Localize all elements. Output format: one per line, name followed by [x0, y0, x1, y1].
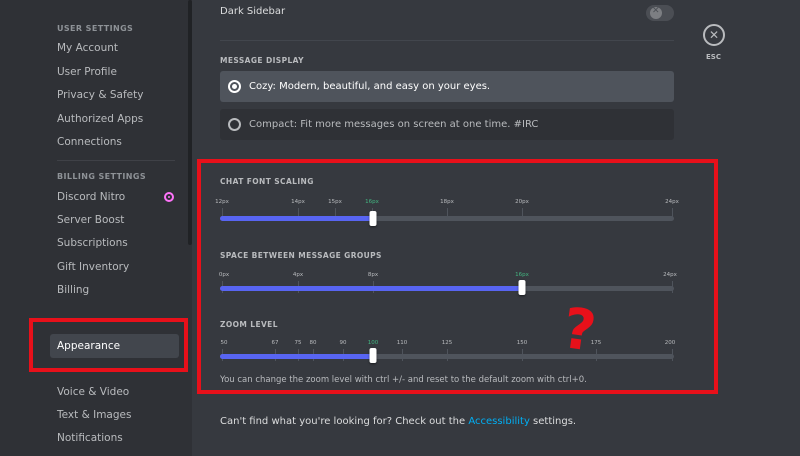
slider-tick-label: 20px — [515, 199, 529, 205]
slider-track — [220, 286, 674, 291]
slider-tick-label: 125 — [441, 340, 453, 346]
slider-grabber[interactable] — [369, 211, 377, 226]
dark-sidebar-toggle[interactable] — [646, 5, 674, 21]
group-spacing-header: SPACE BETWEEN MESSAGE GROUPS — [220, 251, 382, 260]
accessibility-link[interactable]: Accessibility — [468, 416, 530, 427]
nitro-icon — [164, 192, 174, 202]
slider-tick-label: 18px — [440, 199, 454, 205]
message-display-header: MESSAGE DISPLAY — [220, 56, 304, 65]
sidebar-item-user-profile[interactable]: User Profile — [57, 63, 117, 81]
slider-tick-label: 0px — [218, 272, 230, 278]
esc-label: ESC — [706, 53, 721, 61]
slider-tick-label: 90 — [339, 340, 347, 346]
slider-tick-label-active: 16px — [365, 199, 379, 205]
slider-track — [220, 354, 674, 359]
sidebar-item-server-boost[interactable]: Server Boost — [57, 211, 124, 229]
radio-cozy-label: Cozy: Modern, beautiful, and easy on you… — [249, 81, 491, 92]
slider-grabber[interactable] — [369, 348, 377, 363]
sidebar-item-connections[interactable]: Connections — [57, 133, 122, 151]
slider-tick-label: 150 — [516, 340, 528, 346]
slider-tick-label: 15px — [328, 199, 342, 205]
sidebar-item-discord-nitro[interactable]: Discord Nitro — [57, 188, 125, 206]
font-scaling-header: CHAT FONT SCALING — [220, 177, 314, 186]
sidebar-item-billing[interactable]: Billing — [57, 281, 89, 299]
radio-unchecked-icon — [228, 118, 241, 131]
user-settings-header: USER SETTINGS — [57, 24, 134, 33]
radio-cozy[interactable]: Cozy: Modern, beautiful, and easy on you… — [220, 71, 674, 102]
billing-settings-header: BILLING SETTINGS — [57, 172, 147, 181]
footer-text-end: settings. — [529, 416, 577, 427]
sidebar-item-notifications[interactable]: Notifications — [57, 429, 123, 447]
zoom-level-hint: You can change the zoom level with ctrl … — [220, 375, 587, 385]
dark-sidebar-label: Dark Sidebar — [220, 6, 286, 17]
toggle-off-icon — [650, 6, 662, 19]
zoom-level-header: ZOOM LEVEL — [220, 320, 278, 329]
sidebar-item-subscriptions[interactable]: Subscriptions — [57, 234, 128, 252]
slider-fill — [220, 216, 373, 221]
group-spacing-slider[interactable]: 0px 4px 8px 16px 24px — [218, 272, 677, 302]
radio-checked-icon — [228, 80, 241, 93]
section-divider — [220, 40, 674, 41]
sidebar-item-text-images[interactable]: Text & Images — [57, 406, 131, 424]
slider-tick-label: 110 — [396, 340, 408, 346]
sidebar-item-my-account[interactable]: My Account — [57, 39, 118, 57]
slider-grabber[interactable] — [518, 280, 526, 295]
slider-tick-label: 24px — [663, 272, 677, 278]
font-scaling-slider[interactable]: 12px 14px 15px 16px 18px 20px 24px — [215, 199, 679, 229]
sidebar-item-gift-inventory[interactable]: Gift Inventory — [57, 258, 129, 276]
slider-tick-label: 24px — [665, 199, 679, 205]
slider-track — [220, 216, 674, 221]
zoom-level-slider[interactable]: 50 67 75 80 90 100 110 125 150 175 200 — [220, 340, 676, 370]
slider-tick-label: 75 — [294, 340, 302, 346]
sidebar-item-voice-video[interactable]: Voice & Video — [57, 383, 129, 401]
slider-tick-label: 80 — [309, 340, 317, 346]
slider-tick-label: 50 — [220, 340, 228, 346]
close-control[interactable]: ✕ ESC — [703, 24, 733, 64]
sidebar-divider — [57, 160, 175, 161]
slider-fill — [220, 354, 373, 359]
slider-tick-label-active: 16px — [515, 272, 529, 278]
sidebar-item-privacy-safety[interactable]: Privacy & Safety — [57, 86, 143, 104]
sidebar-item-authorized-apps[interactable]: Authorized Apps — [57, 110, 143, 128]
slider-tick-label: 12px — [215, 199, 229, 205]
accessibility-footer: Can't find what you're looking for? Chec… — [220, 416, 576, 427]
slider-tick-label: 4px — [292, 272, 304, 278]
slider-tick-label-active: 100 — [367, 340, 379, 346]
slider-fill — [220, 286, 522, 291]
appearance-settings-panel: Dark Sidebar MESSAGE DISPLAY Cozy: Moder… — [192, 0, 800, 456]
radio-compact[interactable]: Compact: Fit more messages on screen at … — [220, 109, 674, 140]
settings-sidebar: USER SETTINGS My Account User Profile Pr… — [0, 0, 192, 456]
slider-tick-label: 200 — [664, 340, 676, 346]
close-icon[interactable]: ✕ — [703, 24, 725, 46]
slider-tick-label: 14px — [291, 199, 305, 205]
slider-tick-label: 8px — [367, 272, 379, 278]
slider-tick-label: 67 — [271, 340, 279, 346]
radio-compact-label: Compact: Fit more messages on screen at … — [249, 119, 539, 130]
footer-text: Can't find what you're looking for? Chec… — [220, 416, 469, 427]
sidebar-item-appearance[interactable]: Appearance — [50, 334, 179, 358]
